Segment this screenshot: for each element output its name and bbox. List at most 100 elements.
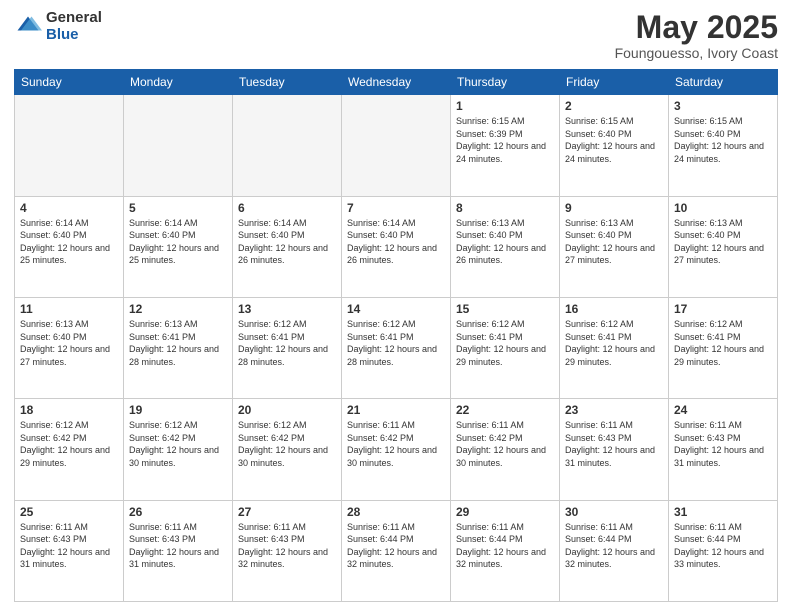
calendar-cell: 7 Sunrise: 6:14 AM Sunset: 6:40 PM Daylig… — [342, 196, 451, 297]
main-title: May 2025 — [615, 10, 778, 45]
calendar-header-wednesday: Wednesday — [342, 70, 451, 95]
day-info: Sunrise: 6:11 AM Sunset: 6:42 PM Dayligh… — [456, 419, 554, 469]
day-number: 19 — [129, 403, 227, 417]
day-info: Sunrise: 6:12 AM Sunset: 6:41 PM Dayligh… — [565, 318, 663, 368]
calendar-cell: 1Sunrise: 6:15 AM Sunset: 6:39 PM Daylig… — [451, 95, 560, 196]
calendar-cell — [233, 95, 342, 196]
day-info: Sunrise: 6:11 AM Sunset: 6:43 PM Dayligh… — [238, 521, 336, 571]
calendar-header-saturday: Saturday — [669, 70, 778, 95]
day-info: Sunrise: 6:14 AM Sunset: 6:40 PM Dayligh… — [347, 217, 445, 267]
day-number: 17 — [674, 302, 772, 316]
calendar-cell: 8 Sunrise: 6:13 AM Sunset: 6:40 PM Daylig… — [451, 196, 560, 297]
day-number: 25 — [20, 505, 118, 519]
logo: General Blue — [14, 10, 102, 43]
day-info: Sunrise: 6:15 AM Sunset: 6:40 PM Dayligh… — [674, 115, 772, 165]
day-info: Sunrise: 6:11 AM Sunset: 6:44 PM Dayligh… — [565, 521, 663, 571]
day-number: 4 — [20, 201, 118, 215]
day-number: 29 — [456, 505, 554, 519]
calendar-cell: 6 Sunrise: 6:14 AM Sunset: 6:40 PM Daylig… — [233, 196, 342, 297]
calendar-cell: 31 Sunrise: 6:11 AM Sunset: 6:44 PM Dayli… — [669, 500, 778, 601]
calendar-cell: 4 Sunrise: 6:14 AM Sunset: 6:40 PM Daylig… — [15, 196, 124, 297]
logo-text: General Blue — [46, 10, 102, 43]
day-number: 26 — [129, 505, 227, 519]
calendar-cell: 27 Sunrise: 6:11 AM Sunset: 6:43 PM Dayli… — [233, 500, 342, 601]
calendar-header-tuesday: Tuesday — [233, 70, 342, 95]
day-info: Sunrise: 6:12 AM Sunset: 6:41 PM Dayligh… — [674, 318, 772, 368]
calendar-week-row: 4 Sunrise: 6:14 AM Sunset: 6:40 PM Daylig… — [15, 196, 778, 297]
day-info: Sunrise: 6:11 AM Sunset: 6:43 PM Dayligh… — [20, 521, 118, 571]
calendar-header-sunday: Sunday — [15, 70, 124, 95]
calendar-header-thursday: Thursday — [451, 70, 560, 95]
header: General Blue May 2025 Foungouesso, Ivory… — [14, 10, 778, 61]
day-number: 28 — [347, 505, 445, 519]
calendar-week-row: 18Sunrise: 6:12 AM Sunset: 6:42 PM Dayli… — [15, 399, 778, 500]
calendar-cell: 10 Sunrise: 6:13 AM Sunset: 6:40 PM Dayli… — [669, 196, 778, 297]
day-number: 31 — [674, 505, 772, 519]
calendar-cell: 9Sunrise: 6:13 AM Sunset: 6:40 PM Daylig… — [560, 196, 669, 297]
day-number: 15 — [456, 302, 554, 316]
calendar-cell: 18Sunrise: 6:12 AM Sunset: 6:42 PM Dayli… — [15, 399, 124, 500]
day-info: Sunrise: 6:11 AM Sunset: 6:43 PM Dayligh… — [674, 419, 772, 469]
calendar-cell: 17 Sunrise: 6:12 AM Sunset: 6:41 PM Dayli… — [669, 297, 778, 398]
day-number: 16 — [565, 302, 663, 316]
day-number: 30 — [565, 505, 663, 519]
day-info: Sunrise: 6:14 AM Sunset: 6:40 PM Dayligh… — [20, 217, 118, 267]
day-number: 11 — [20, 302, 118, 316]
day-info: Sunrise: 6:12 AM Sunset: 6:41 PM Dayligh… — [347, 318, 445, 368]
calendar-cell — [342, 95, 451, 196]
calendar-cell: 11Sunrise: 6:13 AM Sunset: 6:40 PM Dayli… — [15, 297, 124, 398]
calendar-cell: 24 Sunrise: 6:11 AM Sunset: 6:43 PM Dayli… — [669, 399, 778, 500]
calendar-cell: 20 Sunrise: 6:12 AM Sunset: 6:42 PM Dayli… — [233, 399, 342, 500]
calendar-cell: 28 Sunrise: 6:11 AM Sunset: 6:44 PM Dayli… — [342, 500, 451, 601]
calendar-week-row: 11Sunrise: 6:13 AM Sunset: 6:40 PM Dayli… — [15, 297, 778, 398]
calendar-week-row: 1Sunrise: 6:15 AM Sunset: 6:39 PM Daylig… — [15, 95, 778, 196]
calendar-cell: 19Sunrise: 6:12 AM Sunset: 6:42 PM Dayli… — [124, 399, 233, 500]
day-info: Sunrise: 6:12 AM Sunset: 6:42 PM Dayligh… — [238, 419, 336, 469]
day-number: 2 — [565, 99, 663, 113]
day-number: 7 — [347, 201, 445, 215]
calendar-cell: 14Sunrise: 6:12 AM Sunset: 6:41 PM Dayli… — [342, 297, 451, 398]
day-info: Sunrise: 6:13 AM Sunset: 6:40 PM Dayligh… — [456, 217, 554, 267]
day-number: 3 — [674, 99, 772, 113]
calendar-cell: 13 Sunrise: 6:12 AM Sunset: 6:41 PM Dayli… — [233, 297, 342, 398]
day-info: Sunrise: 6:14 AM Sunset: 6:40 PM Dayligh… — [238, 217, 336, 267]
day-number: 21 — [347, 403, 445, 417]
calendar-cell: 12Sunrise: 6:13 AM Sunset: 6:41 PM Dayli… — [124, 297, 233, 398]
calendar-cell: 23Sunrise: 6:11 AM Sunset: 6:43 PM Dayli… — [560, 399, 669, 500]
day-number: 24 — [674, 403, 772, 417]
page: General Blue May 2025 Foungouesso, Ivory… — [0, 0, 792, 612]
day-info: Sunrise: 6:11 AM Sunset: 6:44 PM Dayligh… — [347, 521, 445, 571]
calendar-week-row: 25 Sunrise: 6:11 AM Sunset: 6:43 PM Dayli… — [15, 500, 778, 601]
day-number: 27 — [238, 505, 336, 519]
day-number: 12 — [129, 302, 227, 316]
day-info: Sunrise: 6:13 AM Sunset: 6:40 PM Dayligh… — [674, 217, 772, 267]
day-number: 10 — [674, 201, 772, 215]
day-number: 22 — [456, 403, 554, 417]
day-info: Sunrise: 6:11 AM Sunset: 6:42 PM Dayligh… — [347, 419, 445, 469]
calendar-table: SundayMondayTuesdayWednesdayThursdayFrid… — [14, 69, 778, 602]
calendar-cell: 21 Sunrise: 6:11 AM Sunset: 6:42 PM Dayli… — [342, 399, 451, 500]
subtitle: Foungouesso, Ivory Coast — [615, 45, 778, 61]
logo-general: General — [46, 10, 102, 27]
calendar-cell: 15 Sunrise: 6:12 AM Sunset: 6:41 PM Dayli… — [451, 297, 560, 398]
calendar-cell: 30 Sunrise: 6:11 AM Sunset: 6:44 PM Dayli… — [560, 500, 669, 601]
day-number: 8 — [456, 201, 554, 215]
day-info: Sunrise: 6:11 AM Sunset: 6:44 PM Dayligh… — [674, 521, 772, 571]
day-number: 6 — [238, 201, 336, 215]
calendar-header-friday: Friday — [560, 70, 669, 95]
day-number: 20 — [238, 403, 336, 417]
logo-blue: Blue — [46, 27, 102, 44]
day-info: Sunrise: 6:12 AM Sunset: 6:41 PM Dayligh… — [238, 318, 336, 368]
calendar-header-monday: Monday — [124, 70, 233, 95]
day-number: 5 — [129, 201, 227, 215]
day-number: 1 — [456, 99, 554, 113]
day-info: Sunrise: 6:11 AM Sunset: 6:43 PM Dayligh… — [565, 419, 663, 469]
calendar-cell — [124, 95, 233, 196]
day-number: 9 — [565, 201, 663, 215]
day-number: 13 — [238, 302, 336, 316]
calendar-cell: 3 Sunrise: 6:15 AM Sunset: 6:40 PM Daylig… — [669, 95, 778, 196]
day-info: Sunrise: 6:12 AM Sunset: 6:41 PM Dayligh… — [456, 318, 554, 368]
day-info: Sunrise: 6:11 AM Sunset: 6:44 PM Dayligh… — [456, 521, 554, 571]
calendar-cell: 22 Sunrise: 6:11 AM Sunset: 6:42 PM Dayli… — [451, 399, 560, 500]
calendar-header-row: SundayMondayTuesdayWednesdayThursdayFrid… — [15, 70, 778, 95]
